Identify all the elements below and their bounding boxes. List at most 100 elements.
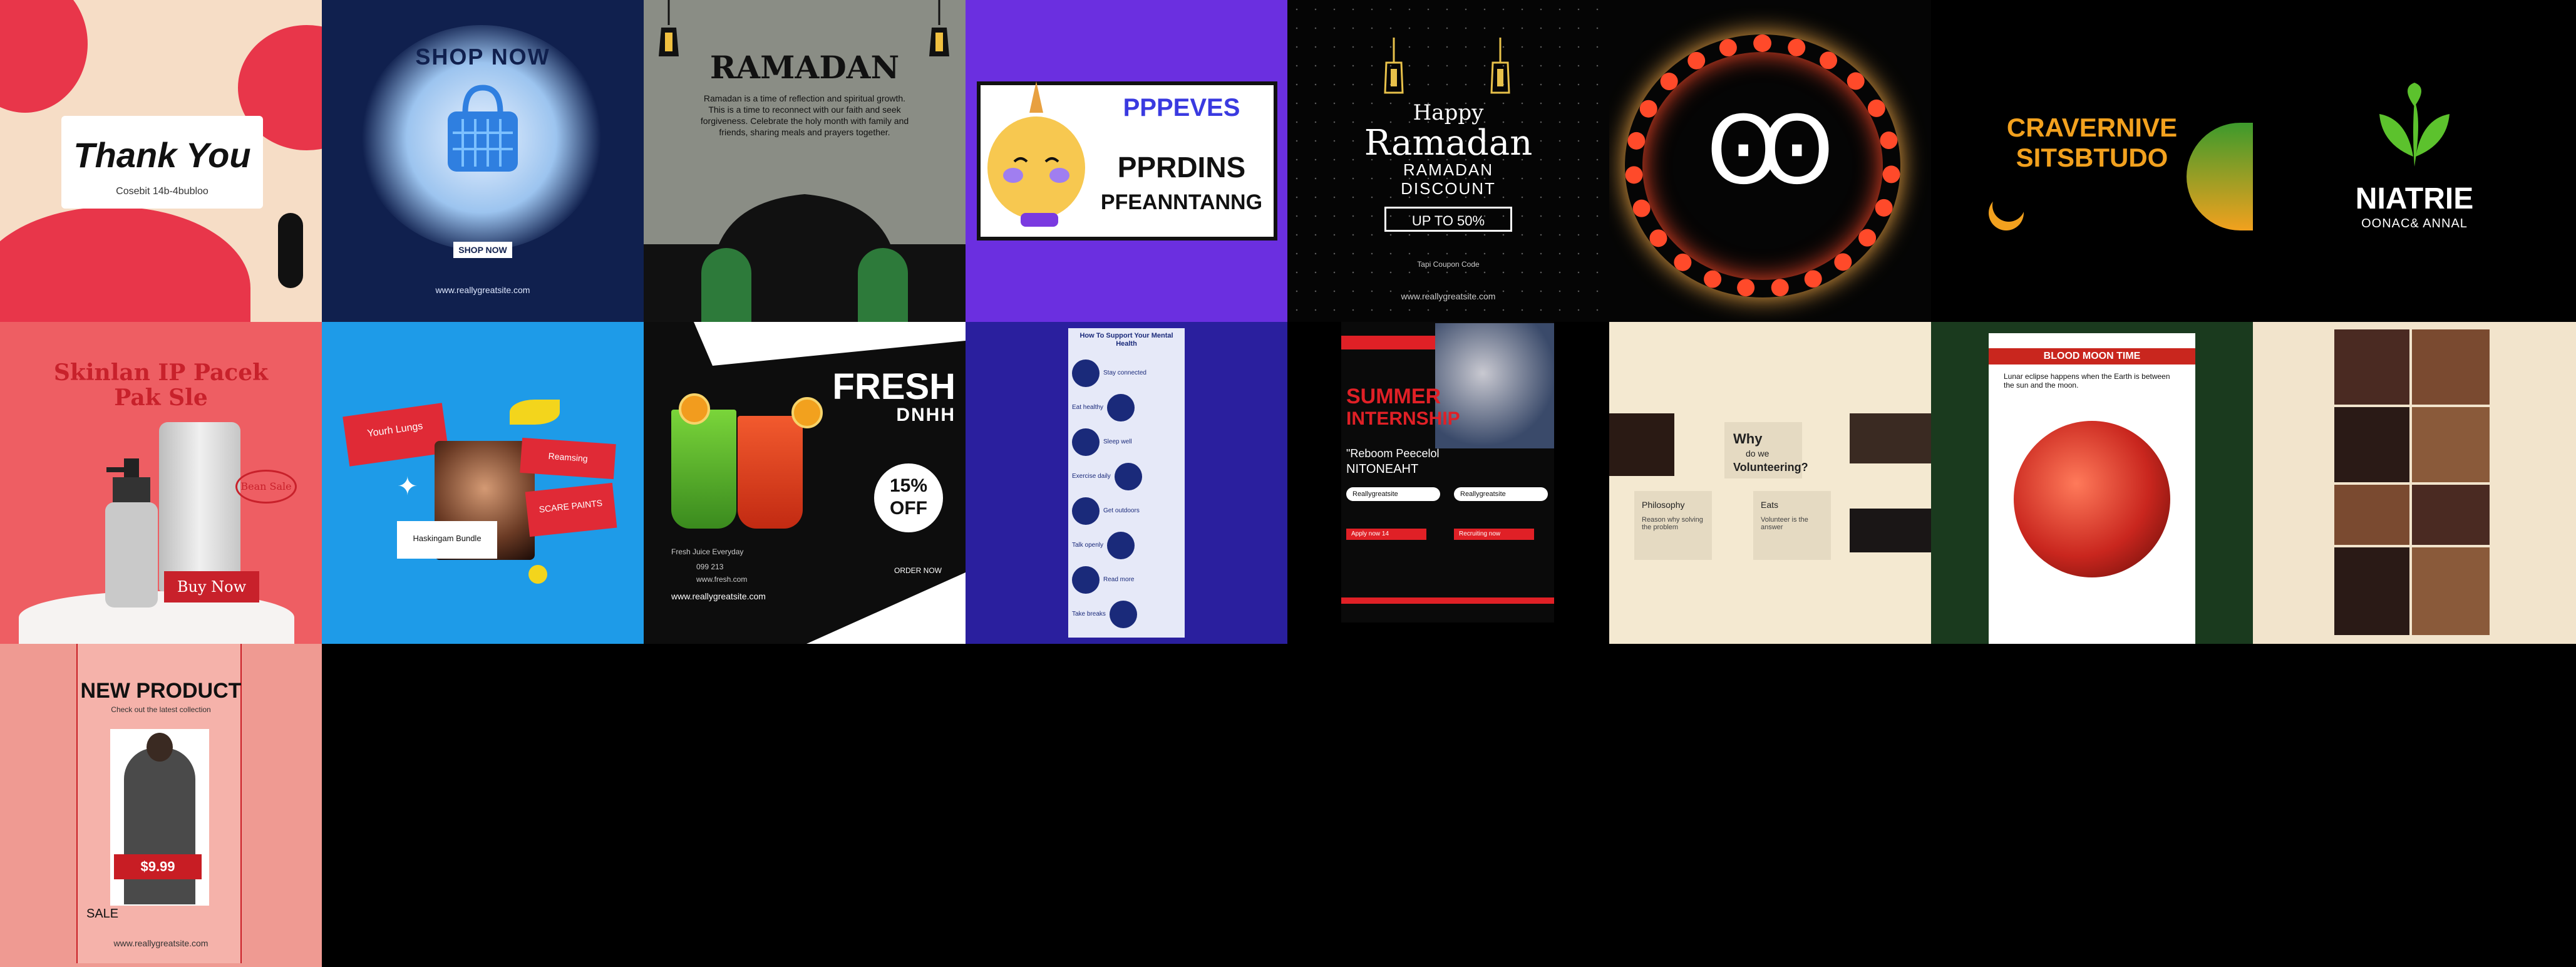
tag-4-text: Haskingam Bundle: [413, 534, 482, 543]
ramadan-script: Ramadan: [1364, 123, 1533, 163]
info-card-1-text: Reason why solving the problem: [1642, 516, 1703, 531]
internship-card: SUMMER INTERNSHIP "Reboom Peecelol NITON…: [1341, 322, 1554, 623]
tile-blood-moon[interactable]: BLOOD MOON TIME Lunar eclipse happens wh…: [1931, 322, 2253, 644]
fresh-small-3: www.fresh.com: [696, 575, 748, 584]
how-to-item-label: Sleep well: [1103, 438, 1132, 445]
tile-fresh-drink[interactable]: FRESH DNHH 15% OFF Fresh Juice Everyday …: [644, 322, 966, 644]
bubble-icon: [1114, 462, 1142, 490]
tile-crave-studio[interactable]: CRAVERNIVE SITSBTUDO: [1931, 0, 2253, 322]
bubble-icon: [1072, 566, 1100, 594]
white-slash-bottom: [644, 572, 966, 644]
unicorn-face-icon: [983, 81, 1090, 232]
yellow-star-shape: [528, 565, 547, 584]
tile-photo-grid[interactable]: [2253, 322, 2576, 644]
shop-now-footer: www.reallygreatsite.com: [435, 285, 530, 295]
praying-hand-right: [858, 248, 908, 322]
thank-you-subtitle: Cosebit 14b-4bubloo: [116, 186, 209, 197]
bubble-icon: [1072, 359, 1100, 387]
how-to-item-label: Eat healthy: [1072, 404, 1104, 411]
template-gallery-grid: Thank You Cosebit 14b-4bubloo SHOP NOW S…: [0, 0, 2576, 967]
red-blob-shape: [0, 0, 88, 113]
bubble-icon: [1107, 531, 1135, 559]
info-pill-2: Reallygreatsite: [1454, 487, 1548, 501]
tile-thank-you[interactable]: Thank You Cosebit 14b-4bubloo: [0, 0, 322, 322]
tile-why-volunteer[interactable]: Why do we Volunteering? Philosophy Reaso…: [1609, 322, 1931, 644]
crescent-moon-icon: [1986, 193, 2026, 233]
leaf-icon: [2376, 81, 2453, 169]
photo-cell: [2412, 485, 2490, 545]
coupon-text: Tapi Coupon Code: [1417, 260, 1480, 269]
why-title-2: do we: [1746, 448, 1770, 458]
how-to-item-label: Read more: [1103, 576, 1135, 583]
why-title: Why: [1733, 431, 1763, 447]
empty-grid-area: [322, 644, 2576, 967]
yellow-leaf-shape: [510, 400, 560, 425]
shop-now-title: SHOP NOW: [415, 44, 550, 70]
pump-bottle: [100, 458, 163, 609]
bean-sale-badge: Bean Sale: [235, 470, 297, 504]
offer-box: UP TO 50%: [1384, 207, 1512, 232]
sparkle-icon: ✦: [397, 473, 418, 500]
site-text: www.reallygreatsite.com: [1401, 291, 1496, 301]
red-tag-2: Reamsing: [520, 437, 616, 480]
orange-slice-icon: [679, 393, 710, 425]
internship-label: INTERNSHIP: [1346, 408, 1460, 429]
tile-how-to[interactable]: How To Support Your Mental Health Stay c…: [966, 322, 1287, 644]
info-pill-1: Reallygreatsite: [1346, 487, 1440, 501]
lantern-left-icon: [1381, 38, 1406, 100]
tile-nature[interactable]: NIATRIE OONAC& ANNAL: [2253, 0, 2576, 322]
quote-text-2: NITONEAHT: [1346, 462, 1419, 476]
sale-tag: SALE: [86, 907, 119, 921]
why-title-3: Volunteering?: [1733, 461, 1808, 473]
tile-summer-internship[interactable]: SUMMER INTERNSHIP "Reboom Peecelol NITON…: [1287, 322, 1609, 644]
skin-title-2: Pak Sle: [114, 385, 208, 411]
tile-blue-collage[interactable]: Yourh Lungs Reamsing SCARE PAINTS Haskin…: [322, 322, 644, 644]
bubble-icon: [1109, 600, 1137, 628]
info-card-1-title: Philosophy: [1642, 500, 1685, 510]
fresh-title: FRESH: [832, 366, 956, 407]
red-moon-image: [2014, 421, 2170, 577]
how-to-item: Exercise daily: [1072, 459, 1181, 494]
tile-shop-now[interactable]: SHOP NOW SHOP NOW www.reallygreatsite.co…: [322, 0, 644, 322]
fresh-small-4: ORDER NOW: [894, 566, 942, 575]
red-wave-shape: [0, 207, 250, 322]
shopping-bag-icon: [444, 81, 522, 175]
happy-label: Happy: [1413, 100, 1484, 125]
new-product-title: NEW PRODUCT: [80, 679, 242, 703]
fresh-url: www.reallygreatsite.com: [671, 591, 766, 601]
tag-4-card: Haskingam Bundle: [397, 521, 497, 559]
photo-cell: [2412, 547, 2490, 635]
fresh-small-1: Fresh Juice Everyday: [671, 547, 744, 556]
team-photo: [1435, 323, 1554, 448]
bubble-icon: [1107, 393, 1135, 421]
moon-paper: BLOOD MOON TIME Lunar eclipse happens wh…: [1989, 333, 2195, 644]
tile-promo-purple[interactable]: PPPEVES PPRDINS PFEANNTANNG: [966, 0, 1287, 322]
tag-2-text: Reamsing: [548, 450, 589, 464]
wreath-glyph: Ꙭ: [1706, 98, 1834, 203]
fresh-small-2: 099 213: [696, 562, 724, 571]
how-to-panel: How To Support Your Mental Health Stay c…: [1068, 328, 1185, 638]
thank-you-card: Thank You Cosebit 14b-4bubloo: [61, 116, 263, 209]
tile-skin-pack[interactable]: Skinlan IP Pacek Pak Sle Bean Sale Buy N…: [0, 322, 322, 644]
tile-new-product[interactable]: NEW PRODUCT Check out the latest collect…: [0, 644, 322, 967]
bubble-icon: [1072, 497, 1100, 525]
tile-ramadan[interactable]: RAMADAN Ramadan is a time of reflection …: [644, 0, 966, 322]
summer-label: SUMMER: [1346, 385, 1441, 408]
info-pill-4: Recruiting now: [1454, 529, 1534, 540]
info-card-2: Eats Volunteer is the answer: [1753, 491, 1831, 560]
photo-cell: [2334, 407, 2409, 482]
thank-you-title: Thank You: [73, 135, 251, 175]
shop-now-button[interactable]: SHOP NOW: [453, 242, 512, 258]
photo-cell: [2334, 485, 2409, 545]
quote-text: "Reboom Peecelol: [1346, 447, 1440, 460]
promo-line-2: PPRDINS: [1117, 151, 1246, 184]
price-tag: $9.99: [114, 854, 202, 879]
ramadan-body: Ramadan is a time of reflection and spir…: [700, 93, 909, 137]
info-card-2-text: Volunteer is the answer: [1761, 516, 1808, 531]
tile-happy-ramadan[interactable]: Happy Ramadan RAMADAN DISCOUNT UP TO 50%…: [1287, 0, 1609, 322]
nature-subtitle: OONAC& ANNAL: [2361, 217, 2468, 230]
lantern-right-icon: [1488, 38, 1513, 100]
buy-now-button[interactable]: Buy Now: [164, 571, 259, 602]
promo-line-1: PPPEVES: [1123, 94, 1240, 122]
tile-lights-wreath[interactable]: Ꙭ: [1609, 0, 1931, 322]
